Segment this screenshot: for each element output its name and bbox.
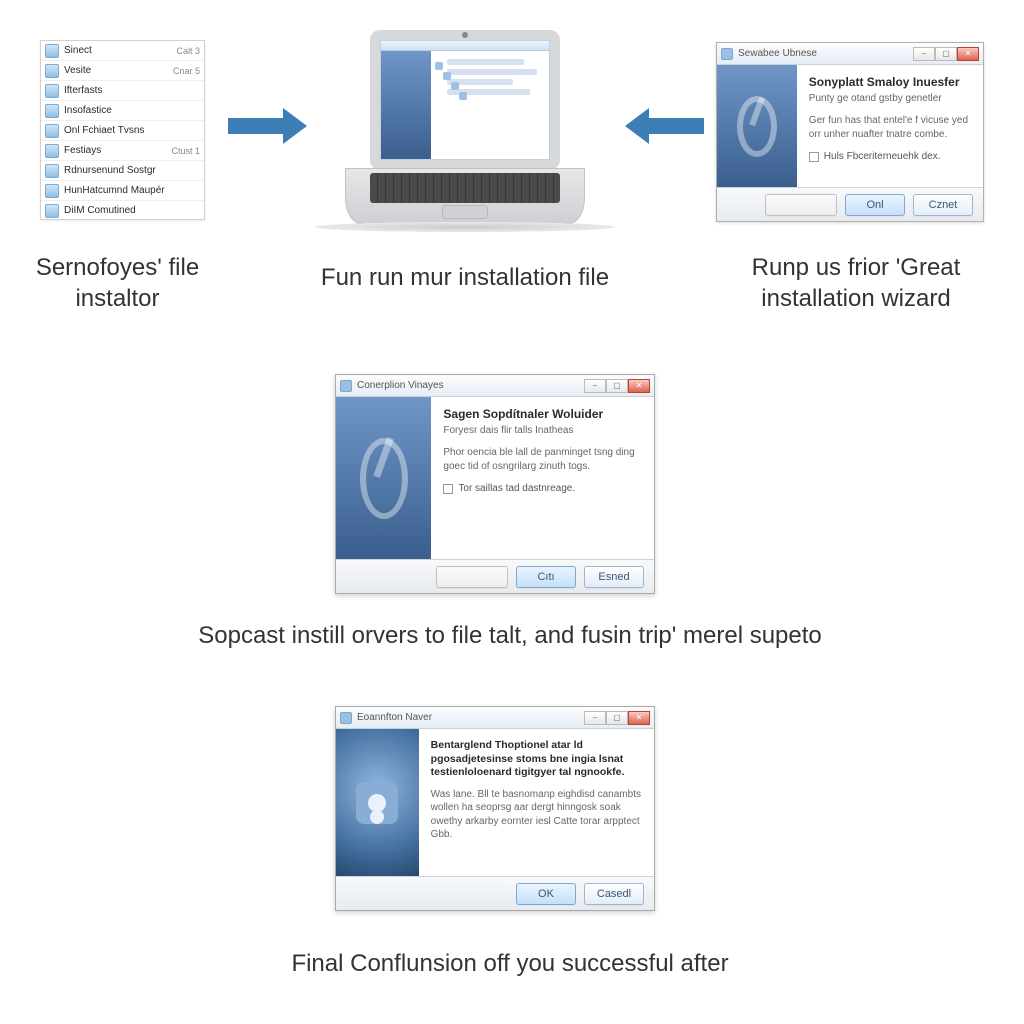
minimize-button[interactable]: –	[584, 711, 606, 725]
file-row[interactable]: Vesite Cnar 5	[41, 61, 204, 81]
file-icon	[45, 144, 59, 158]
file-icon	[45, 64, 59, 78]
wizard-caption: Runp us frior 'Great installation wizard	[716, 252, 996, 314]
wizard-subtitle: Foryesr dais flir talls Inatheas	[443, 425, 642, 436]
file-name: Ifterfasts	[64, 85, 196, 96]
file-name: DiIM Comutined	[64, 205, 196, 216]
window-title: Sewabee Ubnese	[738, 48, 817, 59]
file-name: Festiays	[64, 145, 167, 156]
file-name: Onl Fchiaet Tvsns	[64, 125, 196, 136]
install-wizard-step-window: Conerplion Vinayes – ▢ ✕ Sagen Sopdítnal…	[335, 374, 655, 594]
arrow-left-icon	[624, 108, 704, 144]
file-meta: Calt 3	[176, 46, 200, 56]
laptop-screen	[380, 40, 550, 160]
cancel-button[interactable]: Esned	[584, 566, 644, 588]
file-name: Vesite	[64, 65, 169, 76]
file-name: Rdnursenund Sostgr	[64, 165, 196, 176]
wizard-title: Bentarglend Thoptionel atar ld pgosadjet…	[431, 739, 642, 780]
install-wizard-window: Sewabee Ubnese – ▢ ✕ Sonyplatt Smaloy In…	[716, 42, 984, 222]
maximize-button[interactable]: ▢	[935, 47, 957, 61]
wizard-checkbox[interactable]: Tor saillas tad dastnreage.	[443, 483, 642, 494]
app-icon	[340, 712, 352, 724]
file-row[interactable]: Ifterfasts	[41, 81, 204, 101]
wizard-sidebar	[336, 397, 431, 559]
laptop-illustration	[315, 30, 615, 250]
wizard-body: Was lane. Bll te basnomanp eighdisd cana…	[431, 788, 642, 842]
file-icon	[45, 204, 59, 218]
maximize-button[interactable]: ▢	[606, 711, 628, 725]
checkbox-icon[interactable]	[809, 152, 819, 162]
app-icon	[340, 380, 352, 392]
file-meta: Cnar 5	[173, 66, 200, 76]
install-finish-window: Eoannfton Naver – ▢ ✕ Bentarglend Thopti…	[335, 706, 655, 911]
minimize-button[interactable]: –	[913, 47, 935, 61]
ok-button[interactable]: OK	[516, 883, 576, 905]
file-row[interactable]: HunHatcumnd Maupér	[41, 181, 204, 201]
wizard-content: Sonyplatt Smaloy Inuesfer Punty ge otand…	[797, 65, 983, 187]
file-row[interactable]: Insofastice	[41, 101, 204, 121]
file-name: Insofastice	[64, 105, 196, 116]
file-icon	[45, 184, 59, 198]
panel-caption: Sernofoyes' file instaltor	[0, 252, 235, 314]
wizard-title: Sagen Sopdítnaler Woluider	[443, 407, 642, 421]
back-button[interactable]	[765, 194, 837, 216]
wizard-checkbox[interactable]: Huls Fbceriterneuehk dex.	[809, 151, 971, 162]
file-meta: Ctust 1	[171, 146, 200, 156]
cancel-button[interactable]: Casedl	[584, 883, 644, 905]
file-icon	[45, 44, 59, 58]
window-title: Eoannfton Naver	[357, 712, 432, 723]
wizard-title: Sonyplatt Smaloy Inuesfer	[809, 75, 971, 89]
file-icon	[45, 84, 59, 98]
ok-button[interactable]: Onl	[845, 194, 905, 216]
step-caption: Sopcast instill orvers to file talt, and…	[130, 620, 890, 651]
file-row[interactable]: Onl Fchiaet Tvsns	[41, 121, 204, 141]
ok-button[interactable]: Cıtı	[516, 566, 576, 588]
close-button[interactable]: ✕	[628, 711, 650, 725]
file-icon	[45, 164, 59, 178]
checkbox-label: Tor saillas tad dastnreage.	[458, 483, 575, 494]
file-row[interactable]: DiIM Comutined	[41, 201, 204, 220]
app-icon	[721, 48, 733, 60]
cancel-button[interactable]: Cznet	[913, 194, 973, 216]
close-button[interactable]: ✕	[957, 47, 979, 61]
finish-caption: Final Conflunsion off you successful aft…	[160, 948, 860, 979]
file-list-panel: Sinect Calt 3 Vesite Cnar 5 Ifterfasts Ins…	[40, 40, 205, 220]
wizard-sidebar	[336, 729, 419, 876]
checkbox-label: Huls Fbceriterneuehk dex.	[824, 151, 941, 162]
wizard-glyph-icon	[360, 438, 408, 519]
file-icon	[45, 104, 59, 118]
file-name: HunHatcumnd Maupér	[64, 185, 196, 196]
wizard-body: Phor oencia ble lall de panminget tsng d…	[443, 446, 642, 473]
laptop-caption: Fun run mur installation file	[250, 262, 680, 293]
maximize-button[interactable]: ▢	[606, 379, 628, 393]
back-button[interactable]	[436, 566, 508, 588]
arrow-right-icon	[228, 108, 308, 144]
wizard-content: Sagen Sopdítnaler Woluider Foryesr dais …	[431, 397, 654, 559]
wizard-subtitle: Punty ge otand gstby genetler	[809, 93, 971, 104]
file-row[interactable]: Rdnursenund Sostgr	[41, 161, 204, 181]
wizard-glyph-icon	[737, 96, 777, 157]
file-icon	[45, 124, 59, 138]
file-name: Sinect	[64, 45, 172, 56]
wizard-sidebar	[717, 65, 797, 187]
wizard-content: Bentarglend Thoptionel atar ld pgosadjet…	[419, 729, 654, 876]
close-button[interactable]: ✕	[628, 379, 650, 393]
file-row[interactable]: Festiays Ctust 1	[41, 141, 204, 161]
window-title: Conerplion Vinayes	[357, 380, 444, 391]
checkbox-icon[interactable]	[443, 484, 453, 494]
minimize-button[interactable]: –	[584, 379, 606, 393]
file-row[interactable]: Sinect Calt 3	[41, 41, 204, 61]
avatar-icon	[356, 782, 398, 824]
wizard-body: Ger fun has that entel'e f vicuse yed or…	[809, 114, 971, 141]
